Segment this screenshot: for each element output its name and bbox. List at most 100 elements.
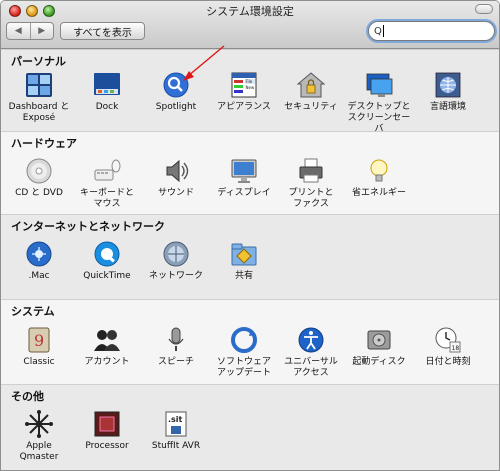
pane-international[interactable]: 言語環境 [415, 70, 481, 113]
appearance-new-text: New [246, 85, 255, 90]
desktop-icon [364, 70, 394, 100]
pane-label: プリントと ファクス [288, 188, 334, 209]
pane-label: 共有 [234, 271, 253, 281]
pane-label: ディスプレイ [217, 188, 271, 198]
pane-label: Apple Qmaster [19, 441, 59, 462]
pane-dotmac[interactable]: .Mac [6, 239, 72, 282]
speech-icon [161, 325, 191, 355]
pane-label: スピーチ [157, 357, 194, 367]
mac-icon [24, 239, 54, 269]
update-icon [229, 325, 259, 355]
pane-label: アピアランス [217, 102, 271, 112]
pane-label: ネットワーク [148, 271, 203, 281]
section-hardware: ハードウェア CD と DVD キーボードと マウス サウンド ディスプレイ プ… [1, 131, 499, 214]
quicktime-icon [92, 239, 122, 269]
pane-startup-disk[interactable]: 起動ディスク [346, 325, 412, 368]
svg-text:9: 9 [34, 331, 44, 350]
pane-label: 省エネルギー [351, 188, 406, 198]
pane-processor[interactable]: Processor [74, 409, 140, 452]
section-internet: インターネットとネットワーク .Mac QuickTime ネットワーク 共有 [1, 214, 499, 299]
search-input[interactable] [385, 25, 486, 37]
pane-stuffit-avr[interactable]: .sit StuffIt AVR [143, 409, 209, 452]
stuffit-sit-text: .sit [168, 415, 183, 424]
section-personal: パーソナル Dashboard と Exposé Dock Spotlight … [1, 49, 499, 134]
language-icon [433, 70, 463, 100]
accounts-icon [92, 325, 122, 355]
pane-print-fax[interactable]: プリントと ファクス [278, 156, 344, 210]
pane-label: ソフトウェア アップデート [216, 357, 271, 378]
forward-button[interactable]: ▶ [31, 23, 54, 39]
pane-accounts[interactable]: アカウント [74, 325, 140, 368]
pane-sound[interactable]: サウンド [143, 156, 209, 199]
pane-label: セキュリティ [284, 102, 338, 112]
pane-label: 起動ディスク [352, 357, 406, 367]
section-title-internet: インターネットとネットワーク [11, 220, 165, 233]
accessibility-icon [296, 325, 326, 355]
pane-label: ユニバーサル アクセス [284, 357, 338, 378]
pane-label: CD と DVD [15, 188, 63, 198]
back-forward-control: ◀ ▶ [6, 22, 54, 40]
pane-label: 言語環境 [429, 102, 466, 112]
pane-label: QuickTime [83, 271, 131, 281]
toolbar-toggle-button[interactable] [475, 4, 493, 14]
search-field[interactable]: Q [368, 21, 495, 41]
dashboard-icon [24, 70, 54, 100]
security-icon [296, 70, 326, 100]
processor-icon [92, 409, 122, 439]
pane-speech[interactable]: スピーチ [143, 325, 209, 368]
printer-icon [296, 156, 326, 186]
pane-label: .Mac [28, 271, 50, 281]
pane-spotlight[interactable]: Spotlight [143, 70, 209, 113]
text-cursor [382, 25, 384, 37]
appearance-file-text: File [246, 79, 253, 84]
section-title-other: その他 [11, 390, 44, 403]
pane-label: Classic [23, 357, 55, 367]
display-icon [229, 156, 259, 186]
calendar-day-text: 18 [452, 345, 460, 352]
stuffit-icon: .sit [161, 409, 191, 439]
search-icon: Q [374, 25, 382, 37]
pane-appearance[interactable]: File New アピアランス [211, 70, 277, 113]
title-bar: システム環境設定 ◀ ▶ すべてを表示 Q [1, 1, 499, 49]
pane-classic[interactable]: 9 Classic [6, 325, 72, 368]
spotlight-icon [161, 70, 191, 100]
pane-label: Dashboard と Exposé [8, 102, 70, 123]
pane-label: Dock [95, 102, 119, 112]
pane-network[interactable]: ネットワーク [143, 239, 209, 282]
section-other: その他 Apple Qmaster Processor .sit StuffIt… [1, 384, 499, 470]
system-preferences-window: システム環境設定 ◀ ▶ すべてを表示 Q パーソナル Dashboard と … [0, 0, 500, 471]
cd-icon [24, 156, 54, 186]
dock-icon [92, 70, 122, 100]
section-system: システム 9 Classic アカウント スピーチ ソフトウェア アップデート [1, 299, 499, 384]
energy-icon [364, 156, 394, 186]
keyboard-icon [92, 156, 122, 186]
show-all-button[interactable]: すべてを表示 [60, 22, 145, 40]
back-button[interactable]: ◀ [7, 23, 31, 39]
pane-displays[interactable]: ディスプレイ [211, 156, 277, 199]
pane-label: StuffIt AVR [151, 441, 201, 451]
sound-icon [161, 156, 191, 186]
pane-desktop-screensaver[interactable]: デスクトップと スクリーンセーバ [346, 70, 412, 135]
pane-date-time[interactable]: 18 日付と時刻 [415, 325, 481, 368]
pane-quicktime[interactable]: QuickTime [74, 239, 140, 282]
pane-energy-saver[interactable]: 省エネルギー [346, 156, 412, 199]
pane-label: Processor [85, 441, 129, 451]
pane-universal-access[interactable]: ユニバーサル アクセス [278, 325, 344, 379]
pane-dashboard[interactable]: Dashboard と Exposé [6, 70, 72, 124]
network-icon [161, 239, 191, 269]
qmaster-icon [24, 409, 54, 439]
pane-cd-dvd[interactable]: CD と DVD [6, 156, 72, 199]
pane-label: キーボードと マウス [79, 188, 134, 209]
pane-software-update[interactable]: ソフトウェア アップデート [211, 325, 277, 379]
window-title: システム環境設定 [206, 5, 294, 18]
pane-keyboard-mouse[interactable]: キーボードと マウス [74, 156, 140, 210]
section-title-personal: パーソナル [11, 55, 66, 68]
pane-sharing[interactable]: 共有 [211, 239, 277, 282]
pane-label: 日付と時刻 [425, 357, 471, 367]
pane-label: サウンド [157, 188, 194, 198]
pane-apple-qmaster[interactable]: Apple Qmaster [6, 409, 72, 463]
pane-dock[interactable]: Dock [74, 70, 140, 113]
pane-security[interactable]: セキュリティ [278, 70, 344, 113]
section-title-system: システム [11, 305, 55, 318]
pane-label: Spotlight [155, 102, 197, 112]
